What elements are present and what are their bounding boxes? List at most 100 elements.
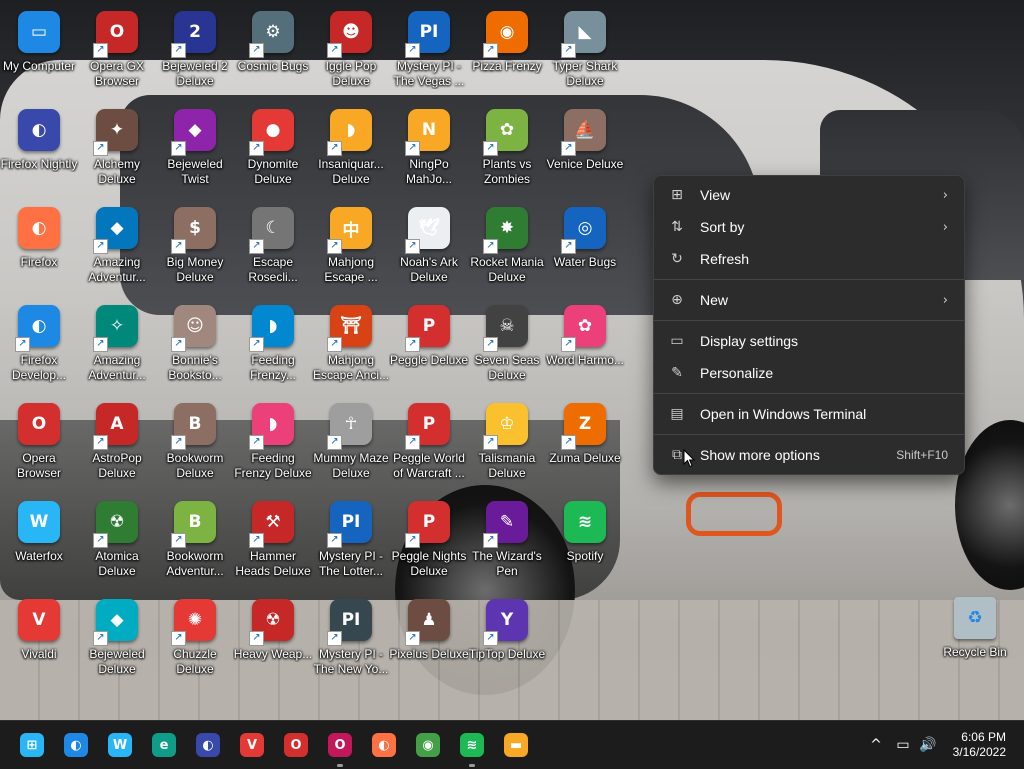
desktop-icon[interactable]: ◐ Firefox Nightly	[0, 98, 78, 192]
desktop-icon[interactable]: ◐ Firefox	[0, 196, 78, 290]
desktop-icon[interactable]: P ↗ Peggle Deluxe	[390, 294, 468, 388]
desktop-icon[interactable]: ✧ ↗ Amazing Adventur...	[78, 294, 156, 388]
desktop-icon-label: Vivaldi	[21, 647, 57, 661]
desktop-icon[interactable]: V Vivaldi	[0, 588, 78, 682]
menu-item-show-more-options[interactable]: ⧉ Show more options Shift+F10	[658, 440, 960, 470]
desktop-icon[interactable]: ✎ ↗ The Wizard's Pen	[468, 490, 546, 584]
app-icon: ⚙ ↗	[249, 8, 297, 58]
app-icon: ☺ ↗	[171, 302, 219, 352]
desktop-icon[interactable]: ☠ ↗ Seven Seas Deluxe	[468, 294, 546, 388]
taskbar-edge-button[interactable]: e	[148, 729, 180, 761]
menu-item-open-terminal[interactable]: ▤ Open in Windows Terminal	[658, 399, 960, 429]
desktop-icon[interactable]: ☻ ↗ Iggle Pop Deluxe	[312, 0, 390, 94]
desktop-icon[interactable]: W Waterfox	[0, 490, 78, 584]
shortcut-arrow-icon: ↗	[405, 435, 420, 450]
desktop-icon[interactable]: P ↗ Peggle Nights Deluxe	[390, 490, 468, 584]
desktop-icon[interactable]: P ↗ Peggle World of Warcraft ...	[390, 392, 468, 486]
desktop-icon[interactable]: ◆ ↗ Bejeweled Twist	[156, 98, 234, 192]
taskbar-firefox-developer-button[interactable]: ◐	[60, 729, 92, 761]
menu-item-personalize[interactable]: ✎ Personalize	[658, 358, 960, 388]
desktop-icon[interactable]: ⛩ ↗ Mahjong Escape Anci...	[312, 294, 390, 388]
taskbar-start-button[interactable]: ⊞	[16, 729, 48, 761]
desktop-icon[interactable]: ◐ ↗ Firefox Develop...	[0, 294, 78, 388]
desktop-icon[interactable]: ☥ ↗ Mummy Maze Deluxe	[312, 392, 390, 486]
desktop-icon[interactable]: ✺ ↗ Chuzzle Deluxe	[156, 588, 234, 682]
desktop-icon[interactable]: Z ↗ Zuma Deluxe	[546, 392, 624, 486]
desktop-icon[interactable]: ⛵ ↗ Venice Deluxe	[546, 98, 624, 192]
taskbar-vivaldi-button[interactable]: V	[236, 729, 268, 761]
desktop-icon[interactable]: ▭ My Computer	[0, 0, 78, 94]
desktop-icon[interactable]: A ↗ AstroPop Deluxe	[78, 392, 156, 486]
volume-icon[interactable]: 🔊	[918, 735, 938, 755]
desktop-icon[interactable]: ✸ ↗ Rocket Mania Deluxe	[468, 196, 546, 290]
desktop-icon[interactable]: ≋ Spotify	[546, 490, 624, 584]
desktop-icon[interactable]: ⚒ ↗ Hammer Heads Deluxe	[234, 490, 312, 584]
desktop-icon[interactable]: ✿ ↗ Plants vs Zombies	[468, 98, 546, 192]
desktop-icon[interactable]: Y ↗ TipTop Deluxe	[468, 588, 546, 682]
desktop-icon[interactable]: ◗ ↗ Feeding Frenzy Deluxe	[234, 392, 312, 486]
menu-item-view[interactable]: ⊞ View ›	[658, 180, 960, 210]
desktop-icon[interactable]: ◆ ↗ Bejeweled Deluxe	[78, 588, 156, 682]
desktop-icon[interactable]: ☢ ↗ Heavy Weap...	[234, 588, 312, 682]
shortcut-arrow-icon: ↗	[327, 141, 342, 156]
menu-item-refresh[interactable]: ↻ Refresh	[658, 244, 960, 274]
desktop-icon[interactable]: ● ↗ Dynomite Deluxe	[234, 98, 312, 192]
desktop-icon[interactable]: ◆ ↗ Amazing Adventur...	[78, 196, 156, 290]
menu-separator	[654, 393, 964, 394]
desktop-icon[interactable]: B ↗ Bookworm Deluxe	[156, 392, 234, 486]
desktop-icon[interactable]: N ↗ NingPo MahJo...	[390, 98, 468, 192]
menu-item-display-settings[interactable]: ▭ Display settings	[658, 326, 960, 356]
desktop-icon[interactable]: 2 ↗ Bejeweled 2 Deluxe	[156, 0, 234, 94]
desktop-icon[interactable]: O Opera Browser	[0, 392, 78, 486]
desktop-icon[interactable]: O ↗ Opera GX Browser	[78, 0, 156, 94]
desktop-icon[interactable]: ◉ ↗ Pizza Frenzy	[468, 0, 546, 94]
taskbar-spotify-button[interactable]: ≋	[456, 729, 488, 767]
desktop-icon[interactable]: ✦ ↗ Alchemy Deluxe	[78, 98, 156, 192]
desktop-icon-recycle-bin[interactable]: ♻ Recycle Bin	[936, 586, 1014, 680]
menu-item-sort-by[interactable]: ⇅ Sort by ›	[658, 212, 960, 242]
desktop-icon-label: Escape Rosecli...	[248, 255, 298, 284]
desktop-icon-label: Mahjong Escape Anci...	[312, 353, 390, 382]
desktop-icon[interactable]: ✿ ↗ Word Harmo...	[546, 294, 624, 388]
desktop-icon[interactable]: ◗ ↗ Feeding Frenzy...	[234, 294, 312, 388]
opera-gx-icon: O	[328, 733, 352, 757]
desktop-icon[interactable]: PI ↗ Mystery PI - The Vegas ...	[390, 0, 468, 94]
taskbar-firefox-button[interactable]: ◐	[368, 729, 400, 761]
shortcut-arrow-icon: ↗	[249, 141, 264, 156]
taskbar-file-explorer-button[interactable]: ▬	[500, 729, 532, 761]
desktop-icon-label: Mystery PI - The Vegas ...	[393, 59, 465, 88]
desktop-icon[interactable]: $ ↗ Big Money Deluxe	[156, 196, 234, 290]
taskbar-waterfox-button[interactable]: W	[104, 729, 136, 761]
shortcut-arrow-icon: ↗	[483, 43, 498, 58]
running-indicator	[337, 764, 343, 767]
desktop-icon[interactable]: ♟ ↗ Pixelus Deluxe	[389, 588, 469, 682]
desktop-icon[interactable]: ◣ ↗ Typer Shark Deluxe	[546, 0, 624, 94]
app-icon: P ↗	[405, 400, 453, 450]
desktop-icon[interactable]: 中 ↗ Mahjong Escape ...	[312, 196, 390, 290]
taskbar-firefox-nightly-button[interactable]: ◐	[192, 729, 224, 761]
menu-item-label: View	[700, 187, 731, 203]
desktop-icon[interactable]: 🕊 ↗ Noah's Ark Deluxe	[390, 196, 468, 290]
app-icon: P ↗	[405, 302, 453, 352]
desktop-icon[interactable]: PI ↗ Mystery PI - The Lotter...	[312, 490, 390, 584]
taskbar-clock[interactable]: 6:06 PM 3/16/2022	[953, 730, 1006, 760]
menu-item-new[interactable]: ⊕ New ›	[658, 285, 960, 315]
desktop-icon[interactable]: PI ↗ Mystery PI - The New Yo...	[312, 588, 390, 682]
shortcut-arrow-icon: ↗	[249, 435, 264, 450]
desktop-icon[interactable]: ☢ ↗ Atomica Deluxe	[78, 490, 156, 584]
chrome-icon: ◉	[416, 733, 440, 757]
taskbar-opera-gx-button[interactable]: O	[324, 729, 356, 767]
desktop-icon[interactable]: ⚙ ↗ Cosmic Bugs	[234, 0, 312, 94]
desktop-icon[interactable]: ☾ ↗ Escape Rosecli...	[234, 196, 312, 290]
chevron-up-icon[interactable]: ^	[866, 735, 886, 755]
desktop-icon[interactable]: ☺ ↗ Bonnie's Bookstо...	[156, 294, 234, 388]
shortcut-arrow-icon: ↗	[405, 141, 420, 156]
view-icon: ⊞	[671, 187, 683, 203]
network-icon[interactable]: ▭	[893, 735, 913, 755]
taskbar-chrome-button[interactable]: ◉	[412, 729, 444, 761]
desktop-icon[interactable]: ♔ ↗ Talismania Deluxe	[468, 392, 546, 486]
taskbar-opera-button[interactable]: O	[280, 729, 312, 761]
desktop-icon[interactable]: ◗ ↗ Insaniquar... Deluxe	[312, 98, 390, 192]
desktop-icon[interactable]: ◎ ↗ Water Bugs	[546, 196, 624, 290]
desktop-icon[interactable]: B ↗ Bookworm Adventur...	[156, 490, 234, 584]
